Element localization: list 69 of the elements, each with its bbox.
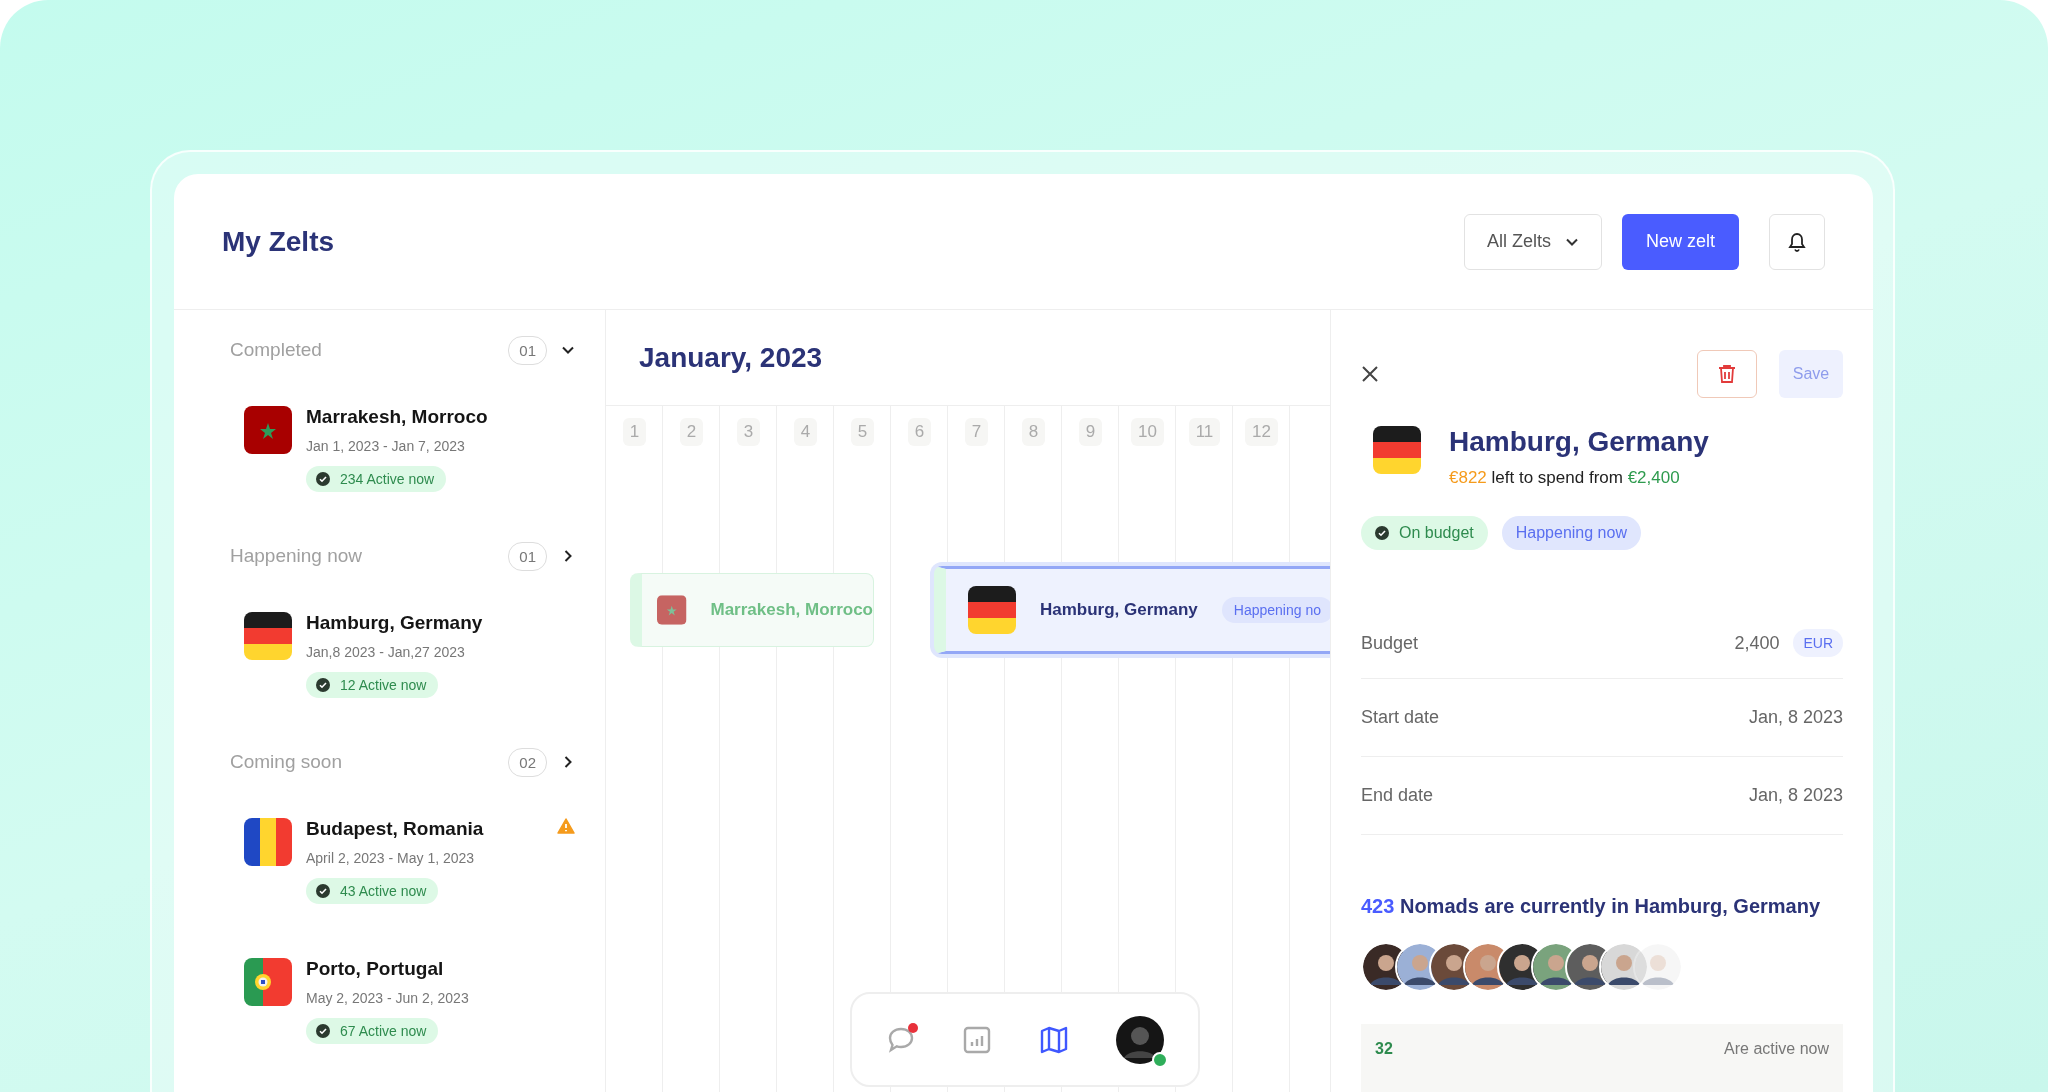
day-label: 1 <box>622 418 647 446</box>
count-badge: 01 <box>508 335 547 365</box>
trip-dates: Jan,8 2023 - Jan,27 2023 <box>306 644 466 660</box>
nomads-heading: 423 Nomads are currently in Hamburg, Germany <box>1361 895 1822 918</box>
field-value: Jan, 8 2023 <box>1748 785 1843 806</box>
field-label: Budget <box>1361 632 1420 654</box>
day-label: 12 <box>1245 418 1278 446</box>
active-count: 43 Active now <box>340 883 427 899</box>
check-icon <box>316 472 330 486</box>
day-label: 8 <box>1021 418 1046 446</box>
flag-icon <box>244 818 292 866</box>
check-icon <box>316 884 330 898</box>
trip-name[interactable]: Porto, Portugal <box>306 958 561 980</box>
filter-dropdown[interactable]: All Zelts <box>1463 213 1602 270</box>
trash-icon <box>1718 364 1736 384</box>
count-badge: 01 <box>508 541 547 571</box>
field-label: End date <box>1361 785 1435 806</box>
day-label: 2 <box>679 418 704 446</box>
trip-dates: April 2, 2023 - May 1, 2023 <box>306 850 476 866</box>
event-name: Hamburg, Germany <box>1040 600 1198 620</box>
section-title: Coming soon <box>230 751 343 773</box>
trip-dates: May 2, 2023 - Jun 2, 2023 <box>306 990 470 1006</box>
map-icon <box>1038 1024 1069 1055</box>
notifications-button[interactable] <box>1769 213 1825 270</box>
month-title: January, 2023 <box>639 341 823 374</box>
trip-dates: Jan 1, 2023 - Jan 7, 2023 <box>306 438 466 454</box>
day-label: 7 <box>964 418 989 446</box>
active-count: 12 Active now <box>340 677 427 693</box>
page-title: My Zelts <box>222 225 336 258</box>
delete-button[interactable] <box>1697 350 1757 398</box>
trip-name[interactable]: Marrakesh, Morroco <box>306 406 561 428</box>
flag-icon <box>244 958 292 1006</box>
close-icon <box>1361 365 1379 383</box>
trip-title: Hamburg, Germany <box>1449 426 1709 458</box>
field-value: Jan, 8 2023 <box>1748 707 1843 728</box>
trip-name[interactable]: Hamburg, Germany <box>306 612 561 634</box>
active-count: 32 <box>1375 1040 1394 1058</box>
flag-icon <box>968 586 1016 634</box>
section-title: Completed <box>230 339 323 361</box>
check-icon <box>316 678 330 692</box>
field-label: Start date <box>1361 707 1441 728</box>
active-count: 67 Active now <box>340 1023 427 1039</box>
active-count: 234 Active now <box>340 471 435 487</box>
tag-label: On budget <box>1399 524 1474 542</box>
bell-icon <box>1788 231 1806 252</box>
budget-summary: €822 left to spend from €2,400 <box>1449 468 1681 488</box>
day-label: 3 <box>736 418 761 446</box>
day-label: 11 <box>1188 418 1221 446</box>
count-badge: 02 <box>508 747 547 777</box>
flag-icon <box>1373 426 1421 474</box>
tag-label: Happening now <box>1515 524 1627 542</box>
currency-badge: EUR <box>1793 629 1843 657</box>
day-label: 10 <box>1131 418 1164 446</box>
active-label: Are active now <box>1724 1040 1829 1058</box>
day-label: 5 <box>850 418 875 446</box>
field-value: 2,400 <box>1734 632 1780 654</box>
event-name: Marrakesh, Morroco <box>710 600 873 620</box>
flag-icon <box>244 406 292 454</box>
section-title: Happening now <box>230 545 364 567</box>
new-zelt-button[interactable]: New zelt <box>1621 213 1739 270</box>
chart-icon <box>963 1025 992 1054</box>
day-label: 4 <box>793 418 818 446</box>
check-icon <box>1375 526 1389 540</box>
status-tag: Happening no <box>1221 597 1330 623</box>
flag-icon <box>244 612 292 660</box>
check-icon <box>316 1024 330 1038</box>
trip-name[interactable]: Budapest, Romania <box>306 818 543 840</box>
day-label: 9 <box>1078 418 1103 446</box>
day-label: 6 <box>907 418 932 446</box>
